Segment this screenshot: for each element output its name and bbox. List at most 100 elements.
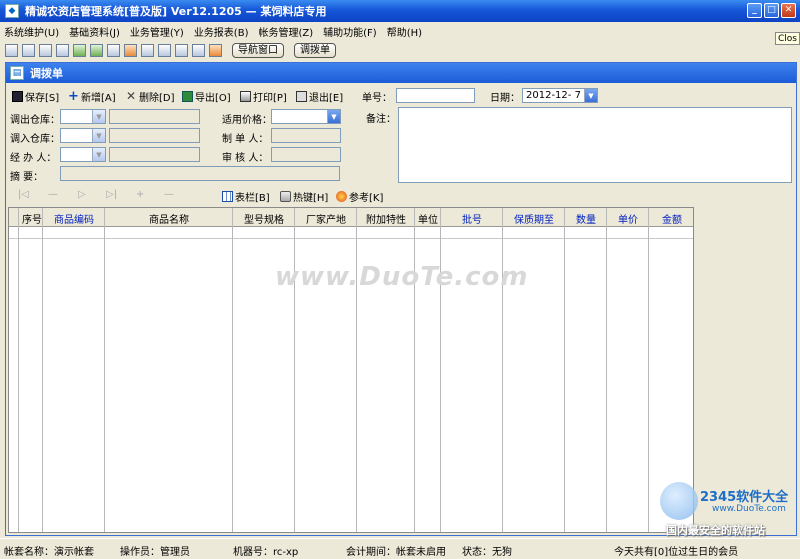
record-nav-bar: |◁ — ▷ ▷| + — 表栏[B] 热键[H] 参考[K] <box>6 187 792 205</box>
out-warehouse-name <box>109 109 200 124</box>
add-button[interactable]: + 新增[A] <box>68 87 116 105</box>
columns-button[interactable]: 表栏[B] <box>222 187 270 205</box>
copy-icon[interactable] <box>39 43 52 57</box>
prev-record-icon[interactable]: — <box>48 189 58 200</box>
menu-system[interactable]: 系统维护(U) <box>4 24 59 39</box>
remark-textarea[interactable] <box>398 107 792 183</box>
save-button[interactable]: 保存[S] <box>12 87 59 105</box>
menu-accounts[interactable]: 帐务管理(Z) <box>258 24 313 39</box>
in-warehouse-select[interactable]: ▼ <box>60 128 106 143</box>
insert-row-icon[interactable]: + <box>136 189 144 200</box>
next-record-icon[interactable]: ▷ <box>78 189 86 200</box>
handler-label: 经 办 人： <box>10 153 57 164</box>
col-header-price[interactable]: 单价 <box>607 211 649 226</box>
grid-column <box>43 208 105 532</box>
price-type-select[interactable]: ▼ <box>271 109 341 124</box>
date-picker[interactable]: 2012-12- 7 ▼ <box>522 88 598 103</box>
hotkeys-button[interactable]: 热键[H] <box>280 187 328 205</box>
transfer-order-button[interactable]: 调拨单 <box>294 42 336 58</box>
col-header-batch[interactable]: 批号 <box>441 211 503 226</box>
keyboard-icon <box>280 190 291 202</box>
reference-icon <box>336 190 347 202</box>
reference-button[interactable]: 参考[K] <box>336 187 383 205</box>
users-icon[interactable] <box>90 43 103 57</box>
date-label: 日期： <box>490 92 520 104</box>
col-header-amount[interactable]: 金额 <box>649 211 693 226</box>
grid-column <box>105 208 233 532</box>
subwindow-title-bar: ▤ 调拨单 <box>6 63 796 83</box>
printer-icon[interactable] <box>175 43 188 57</box>
menu-reports[interactable]: 业务报表(B) <box>194 24 249 39</box>
menu-tools[interactable]: 辅助功能(F) <box>323 24 377 39</box>
home-icon[interactable] <box>124 43 137 57</box>
chevron-down-icon[interactable]: ▼ <box>327 110 340 123</box>
monitor-icon[interactable] <box>56 43 69 57</box>
col-header-qty[interactable]: 数量 <box>565 211 607 226</box>
menu-bar: 系统维护(U) 基础资料(J) 业务管理(Y) 业务报表(B) 帐务管理(Z) … <box>0 22 800 40</box>
save-disk-icon[interactable] <box>158 43 171 57</box>
export-button[interactable]: 导出[O] <box>182 87 231 105</box>
card-icon[interactable] <box>141 43 154 57</box>
items-grid[interactable]: 序号 商品编码 商品名称 型号规格 厂家产地 附加特性 单位 批号 保质期至 数… <box>8 207 694 533</box>
list-icon[interactable] <box>22 43 35 57</box>
transfer-order-window: ▤ 调拨单 保存[S] + 新增[A] ✕ 删除[D] 导出[O] 打印[P] … <box>5 62 797 536</box>
col-header-code[interactable]: 商品编码 <box>43 211 105 226</box>
menu-help[interactable]: 帮助(H) <box>387 24 422 39</box>
col-header-seq[interactable]: 序号 <box>21 211 43 226</box>
print-icon <box>240 90 251 102</box>
first-record-icon[interactable]: |◁ <box>18 189 29 200</box>
order-no-label: 单号： <box>362 92 392 104</box>
col-header-origin[interactable]: 厂家产地 <box>295 211 357 226</box>
excel-icon <box>182 90 193 102</box>
menu-business[interactable]: 业务管理(Y) <box>130 24 184 39</box>
out-warehouse-label: 调出仓库： <box>10 115 60 126</box>
chevron-down-icon: ▼ <box>92 129 105 142</box>
grid-column <box>565 208 607 532</box>
close-button[interactable]: ✕ <box>781 3 796 18</box>
bubble-logo-icon <box>660 482 698 520</box>
help-icon[interactable] <box>192 43 205 57</box>
subwindow-title: 调拨单 <box>30 67 63 80</box>
maximize-button[interactable]: □ <box>764 3 779 18</box>
brand-slogan: 国内最安全的软件站 <box>666 524 765 537</box>
grid-column <box>233 208 295 532</box>
print-button[interactable]: 打印[P] <box>240 87 287 105</box>
exit-icon[interactable] <box>209 43 222 57</box>
transfer-icon[interactable] <box>107 43 120 57</box>
watermark-text: www.DuoTe.com <box>275 262 529 292</box>
brand-watermark: 2345软件大全 www.DuoTe.com 国内最安全的软件站 <box>660 480 800 540</box>
col-header-spec[interactable]: 型号规格 <box>233 211 295 226</box>
creator-label: 制 单 人： <box>222 134 269 145</box>
grid-column <box>415 208 441 532</box>
last-record-icon[interactable]: ▷| <box>106 189 117 200</box>
chevron-down-icon: ▼ <box>92 110 105 123</box>
menu-basic-data[interactable]: 基础资料(J) <box>69 24 120 39</box>
minimize-button[interactable]: _ <box>747 3 762 18</box>
window-icon[interactable] <box>5 43 18 57</box>
brand-name: 2345软件大全 <box>700 490 789 505</box>
order-no-input[interactable] <box>396 88 475 103</box>
nav-window-button[interactable]: 导航窗口 <box>232 42 284 58</box>
status-period: 会计期间：帐套未启用 <box>346 547 446 558</box>
status-state: 状态：无狗 <box>462 547 512 558</box>
col-header-attr[interactable]: 附加特性 <box>357 211 415 226</box>
col-header-name[interactable]: 商品名称 <box>105 211 233 226</box>
refresh-icon[interactable] <box>73 43 86 57</box>
remove-row-icon[interactable]: — <box>164 189 174 200</box>
delete-button[interactable]: ✕ 删除[D] <box>126 87 175 105</box>
col-header-unit[interactable]: 单位 <box>415 211 441 226</box>
price-type-label: 适用价格： <box>222 115 272 126</box>
chevron-down-icon[interactable]: ▼ <box>584 89 597 102</box>
status-bar: 帐套名称：演示帐套 操作员：管理员 机器号：rc-xp 会计期间：帐套未启用 状… <box>0 538 800 559</box>
doc-icon: ▤ <box>10 66 24 80</box>
handler-select[interactable]: ▼ <box>60 147 106 162</box>
col-header-expiry[interactable]: 保质期至 <box>503 211 565 226</box>
grid-column <box>295 208 357 532</box>
plus-icon: + <box>68 88 79 104</box>
summary-input[interactable] <box>60 166 340 181</box>
exit-button[interactable]: 退出[E] <box>296 87 343 105</box>
summary-label: 摘 要： <box>10 172 44 183</box>
status-operator: 操作员：管理员 <box>120 547 190 558</box>
main-toolbar: 导航窗口 调拨单 <box>0 40 800 60</box>
out-warehouse-select[interactable]: ▼ <box>60 109 106 124</box>
